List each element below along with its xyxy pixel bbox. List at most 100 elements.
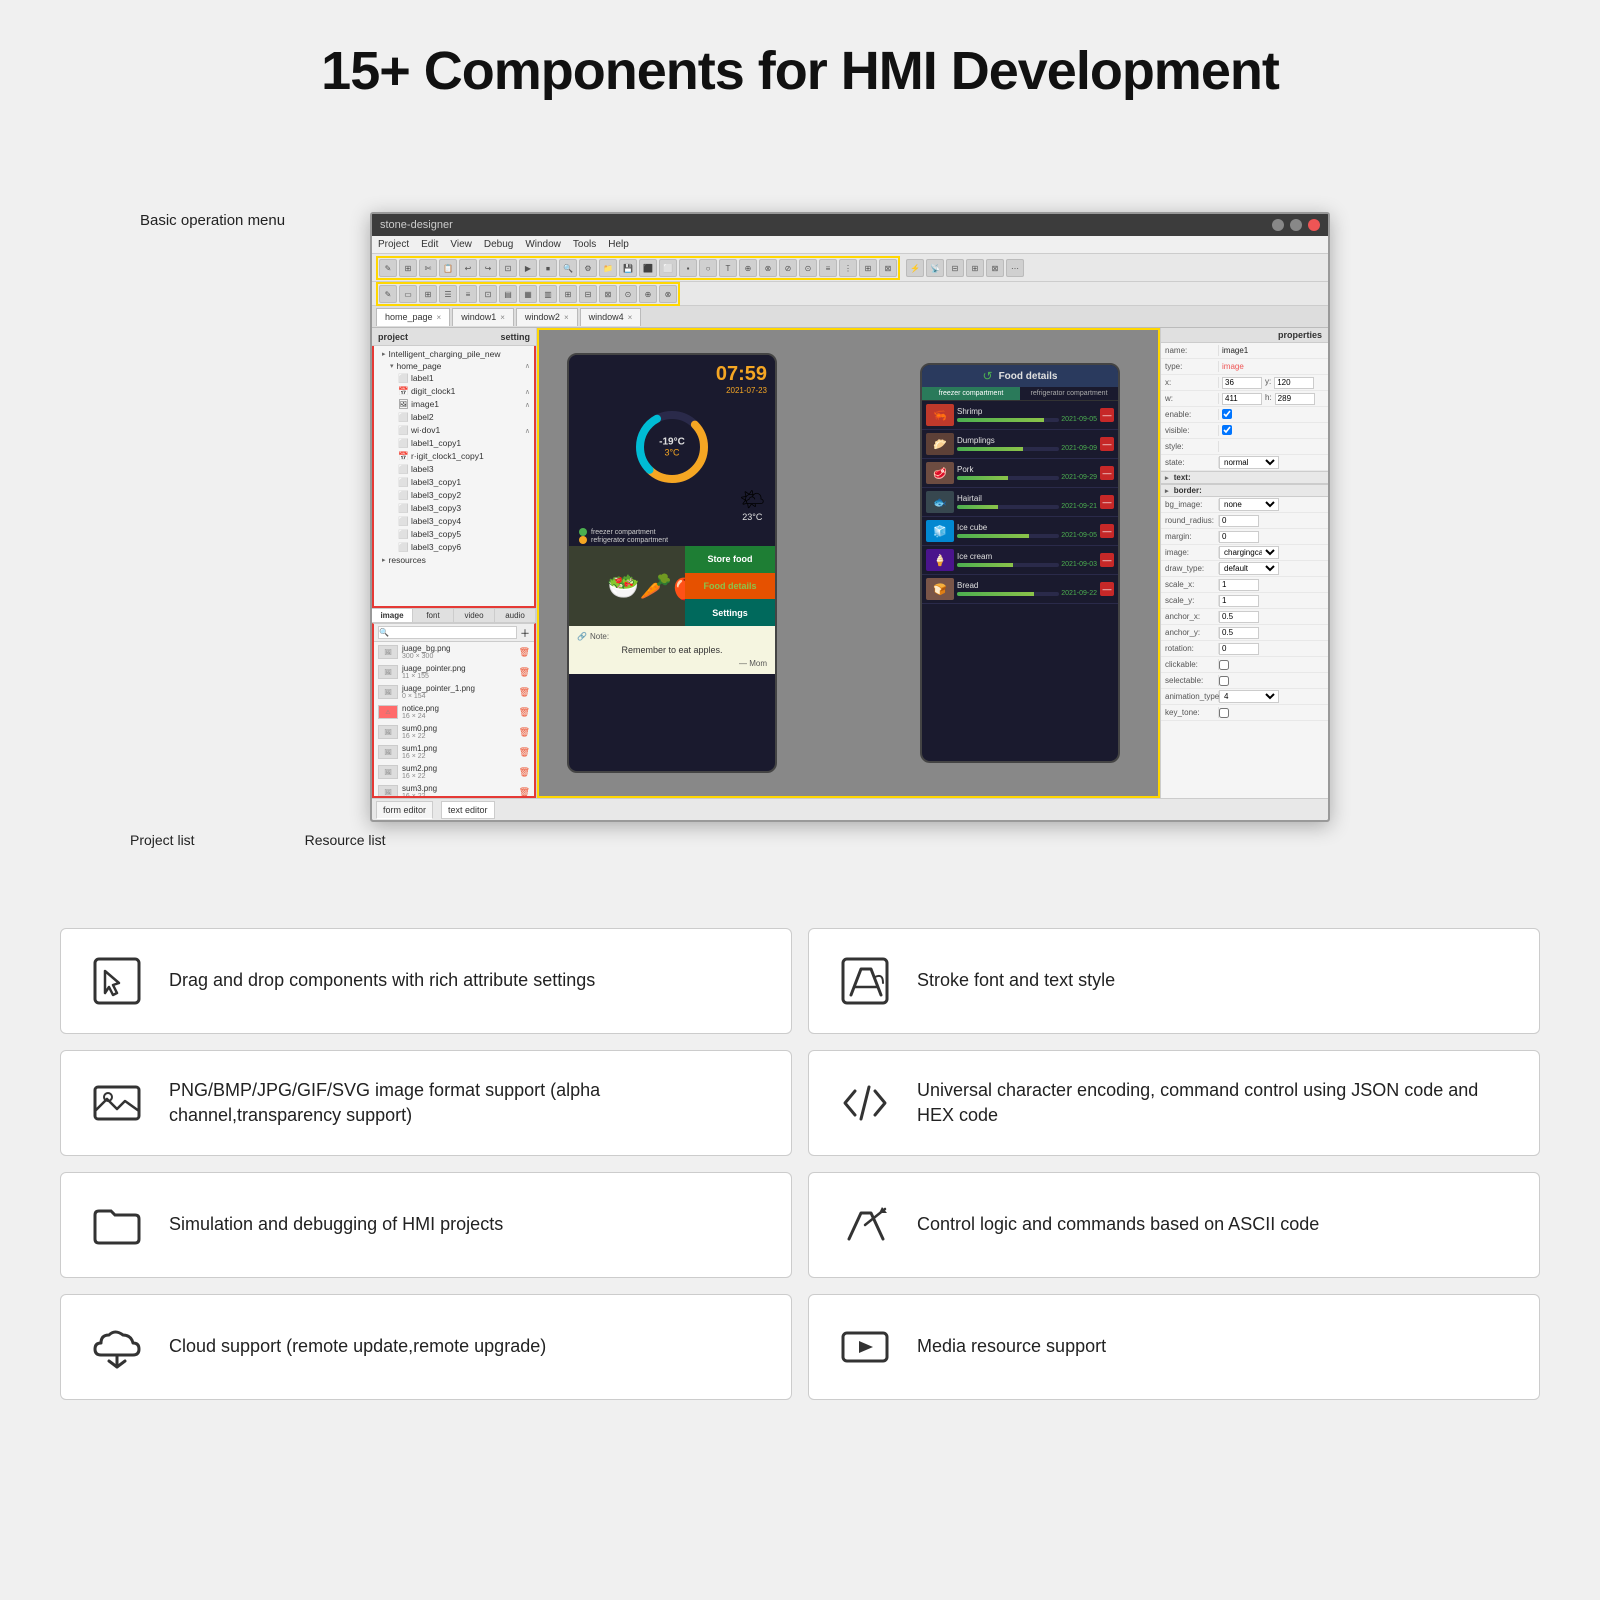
toolbar2-btn-7[interactable]: ▤	[499, 285, 517, 303]
toolbar-btn-14[interactable]: ⬛	[639, 259, 657, 277]
maximize-btn[interactable]	[1290, 219, 1302, 231]
prop-input-rotation[interactable]	[1219, 643, 1259, 655]
toolbar-btn-22[interactable]: ⊙	[799, 259, 817, 277]
toolbar-btn-9[interactable]: ⏹	[539, 259, 557, 277]
prop-input-w[interactable]	[1222, 393, 1262, 405]
toolbar2-btn-6[interactable]: ⊡	[479, 285, 497, 303]
tab-close[interactable]: ×	[437, 313, 442, 322]
toolbar-btn-12[interactable]: 📁	[599, 259, 617, 277]
menu-project[interactable]: Project	[378, 239, 409, 250]
toolbar-btn-8[interactable]: ▶	[519, 259, 537, 277]
tree-item-home-page[interactable]: ▾home_page ∧	[374, 360, 534, 372]
toolbar-btn-21[interactable]: ⊘	[779, 259, 797, 277]
toolbar-btn-13[interactable]: 💾	[619, 259, 637, 277]
prop-input-anchor-y[interactable]	[1219, 627, 1259, 639]
toolbar-btn-6[interactable]: ↪	[479, 259, 497, 277]
btn-food-details[interactable]: Food details	[685, 573, 775, 600]
toolbar-right-1[interactable]: ⚡	[906, 259, 924, 277]
toolbar-btn-20[interactable]: ⊗	[759, 259, 777, 277]
toolbar2-btn-9[interactable]: ▥	[539, 285, 557, 303]
bottom-tab-text-editor[interactable]: text editor	[441, 801, 495, 819]
btn-store-food[interactable]: Store food	[685, 546, 775, 573]
bottom-tab-form-editor[interactable]: form editor	[376, 801, 433, 819]
menu-edit[interactable]: Edit	[421, 239, 438, 250]
resource-delete-1[interactable]: 🗑	[519, 647, 530, 658]
toolbar-btn-2[interactable]: ⊞	[399, 259, 417, 277]
toolbar-btn-7[interactable]: ⊡	[499, 259, 517, 277]
fd-del-pork[interactable]: —	[1100, 466, 1114, 480]
menu-window[interactable]: Window	[525, 239, 561, 250]
prop-input-y[interactable]	[1274, 377, 1314, 389]
toolbar-right-5[interactable]: ⊠	[986, 259, 1004, 277]
resource-add-btn[interactable]: ＋	[520, 625, 530, 640]
resource-tab-image[interactable]: image	[372, 609, 413, 622]
prop-input-margin[interactable]	[1219, 531, 1259, 543]
toolbar-btn-16[interactable]: ▪	[679, 259, 697, 277]
menu-help[interactable]: Help	[608, 239, 629, 250]
toolbar-btn-11[interactable]: ⚙	[579, 259, 597, 277]
tree-item-label2[interactable]: ⬜ label2	[374, 411, 534, 424]
toolbar-right-3[interactable]: ⊟	[946, 259, 964, 277]
toolbar2-btn-13[interactable]: ⊙	[619, 285, 637, 303]
prop-checkbox-selectable[interactable]	[1219, 676, 1229, 686]
fd-del-bread[interactable]: —	[1100, 582, 1114, 596]
fd-del-icecube[interactable]: —	[1100, 524, 1114, 538]
tab-window4[interactable]: window4 ×	[580, 308, 642, 326]
prop-input-anchor-x[interactable]	[1219, 611, 1259, 623]
menu-debug[interactable]: Debug	[484, 239, 513, 250]
tree-item-label1copy1[interactable]: ⬜ label1_copy1	[374, 437, 534, 450]
prop-checkbox-visible[interactable]	[1222, 425, 1232, 435]
fd-back-icon[interactable]: ↺	[983, 369, 993, 383]
tree-item-l3c1[interactable]: ⬜ label3_copy1	[374, 476, 534, 489]
toolbar2-btn-12[interactable]: ⊠	[599, 285, 617, 303]
prop-input-round-radius[interactable]	[1219, 515, 1259, 527]
btn-settings[interactable]: Settings	[685, 599, 775, 626]
toolbar2-btn-2[interactable]: ▭	[399, 285, 417, 303]
tree-item-digitcopy1[interactable]: 📅 r·igit_clock1_copy1	[374, 450, 534, 463]
resource-tab-video[interactable]: video	[454, 609, 495, 622]
resource-delete-4[interactable]: 🗑	[519, 707, 530, 718]
toolbar2-btn-15[interactable]: ⊗	[659, 285, 677, 303]
tree-item-root[interactable]: ▸Intelligent_charging_pile_new	[374, 348, 534, 360]
toolbar2-btn-4[interactable]: ☰	[439, 285, 457, 303]
toolbar-right-4[interactable]: ⊞	[966, 259, 984, 277]
toolbar-btn-18[interactable]: T	[719, 259, 737, 277]
tree-item-widov1[interactable]: ⬜ wi·dov1 ∧	[374, 424, 534, 437]
toolbar-btn-25[interactable]: ⊞	[859, 259, 877, 277]
prop-input-x[interactable]	[1222, 377, 1262, 389]
prop-select-draw-type[interactable]: default	[1219, 562, 1279, 575]
toolbar2-btn-5[interactable]: ≡	[459, 285, 477, 303]
resource-delete-8[interactable]: 🗑	[519, 787, 530, 798]
tree-item-l3c4[interactable]: ⬜ label3_copy4	[374, 515, 534, 528]
fd-del-dumplings[interactable]: —	[1100, 437, 1114, 451]
toolbar-btn-24[interactable]: ⋮	[839, 259, 857, 277]
resource-delete-7[interactable]: 🗑	[519, 767, 530, 778]
tab-home-page[interactable]: home_page ×	[376, 308, 450, 326]
prop-input-scale-x[interactable]	[1219, 579, 1259, 591]
toolbar-btn-19[interactable]: ⊕	[739, 259, 757, 277]
resource-delete-6[interactable]: 🗑	[519, 747, 530, 758]
resource-tab-font[interactable]: font	[413, 609, 454, 622]
fd-del-shrimp[interactable]: —	[1100, 408, 1114, 422]
resource-delete-2[interactable]: 🗑	[519, 667, 530, 678]
toolbar-btn-3[interactable]: ✄	[419, 259, 437, 277]
minimize-btn[interactable]	[1272, 219, 1284, 231]
fd-tab-freezer[interactable]: freezer compartment	[922, 387, 1020, 400]
resource-tab-audio[interactable]: audio	[495, 609, 536, 622]
prop-checkbox-clickable[interactable]	[1219, 660, 1229, 670]
tree-item-image1[interactable]: 🖼 image1 ∧	[374, 398, 534, 411]
tree-item-l3c3[interactable]: ⬜ label3_copy3	[374, 502, 534, 515]
toolbar2-btn-14[interactable]: ⊕	[639, 285, 657, 303]
close-btn[interactable]	[1308, 219, 1320, 231]
prop-input-scale-y[interactable]	[1219, 595, 1259, 607]
tab-window1[interactable]: window1 ×	[452, 308, 514, 326]
tree-item-l3c5[interactable]: ⬜ label3_copy5	[374, 528, 534, 541]
fd-del-icecream[interactable]: —	[1100, 553, 1114, 567]
toolbar-right-6[interactable]: ⋯	[1006, 259, 1024, 277]
fd-del-hairtail[interactable]: —	[1100, 495, 1114, 509]
tree-item-resources[interactable]: ▸resources	[374, 554, 534, 566]
prop-select-state[interactable]: normal	[1219, 456, 1279, 469]
toolbar-btn-15[interactable]: ⬜	[659, 259, 677, 277]
tab-close[interactable]: ×	[500, 313, 505, 322]
resource-delete-3[interactable]: 🗑	[519, 687, 530, 698]
